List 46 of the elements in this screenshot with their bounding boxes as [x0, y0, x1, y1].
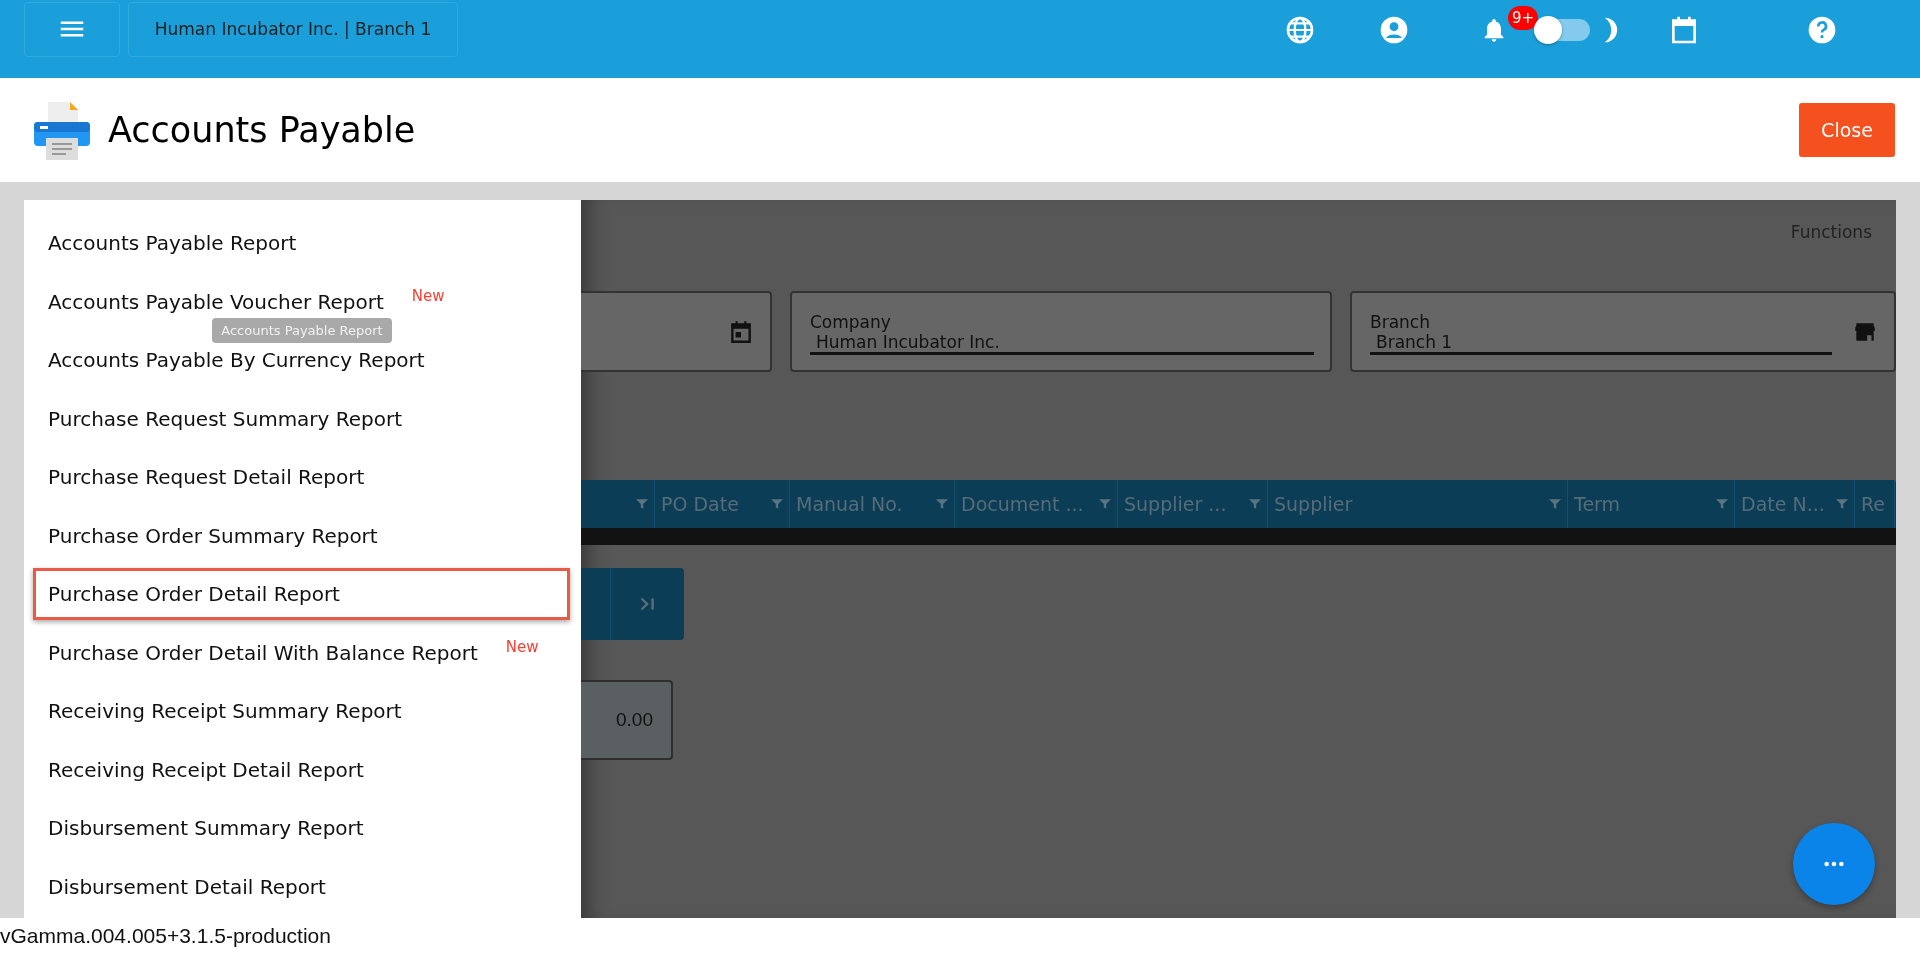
new-label: New [505, 637, 539, 656]
menu-item[interactable]: Disbursement Detail Report [24, 871, 581, 902]
filter-icon[interactable] [1099, 498, 1111, 510]
filter-icon[interactable] [1716, 498, 1728, 510]
menu-item[interactable]: Purchase Order Detail With Balance Report New [24, 637, 581, 668]
globe-icon[interactable] [1284, 14, 1316, 46]
menu-button[interactable] [24, 1, 120, 57]
filter-icon[interactable] [636, 498, 648, 510]
menu-item[interactable]: Accounts Payable Voucher Report New [24, 286, 581, 317]
field-value: Human Incubator Inc. [815, 332, 1001, 352]
total-value: 0.00 [616, 709, 653, 731]
page-title: Accounts Payable [108, 110, 416, 150]
version-text: vGamma.004.005+3.1.5-production [0, 923, 331, 948]
filter-icon[interactable] [771, 498, 783, 510]
menu-item[interactable]: Purchase Request Summary Report [24, 403, 581, 434]
menu-item[interactable]: Disbursement Summary Report [24, 813, 581, 844]
filter-icon[interactable] [1549, 498, 1561, 510]
filter-icon[interactable] [1249, 498, 1261, 510]
moon-icon [1604, 17, 1618, 43]
calendar-icon[interactable] [728, 318, 754, 345]
user-icon[interactable] [1378, 14, 1410, 46]
more-button[interactable] [1793, 823, 1875, 905]
notification-badge: 9+ [1508, 6, 1539, 30]
field-value: Branch 1 [1375, 332, 1454, 352]
branch-selector[interactable]: Human Incubator Inc. | Branch 1 [128, 1, 458, 57]
filter-icon[interactable] [936, 498, 948, 510]
menu-item[interactable]: Purchase Order Summary Report [24, 520, 581, 551]
pager-button[interactable] [581, 568, 611, 640]
help-icon[interactable] [1806, 14, 1838, 46]
input-field[interactable] [581, 291, 772, 372]
input-field[interactable]: Company Human Incubator Inc. [790, 291, 1332, 372]
new-label: New [411, 286, 445, 305]
menu-item[interactable]: Receiving Receipt Summary Report [24, 696, 581, 727]
filter-icon[interactable] [1836, 498, 1848, 510]
tooltip: Accounts Payable Report [212, 318, 392, 343]
dark-mode-toggle[interactable] [1536, 19, 1590, 41]
menu-item[interactable]: Accounts Payable By Currency Report [24, 345, 581, 376]
input-field[interactable]: Branch Branch 1 [1350, 291, 1896, 372]
close-button[interactable]: Close [1799, 103, 1895, 157]
menu-item[interactable]: Purchase Request Detail Report [24, 462, 581, 493]
field-label: Branch [1370, 312, 1431, 332]
more-icon [1823, 860, 1845, 868]
menu-item[interactable]: Receiving Receipt Detail Report [24, 754, 581, 785]
field-label: Company [810, 312, 892, 332]
menu-item[interactable]: Purchase Order Detail Report [33, 568, 570, 621]
menu-item[interactable]: Accounts Payable Report [24, 228, 581, 259]
